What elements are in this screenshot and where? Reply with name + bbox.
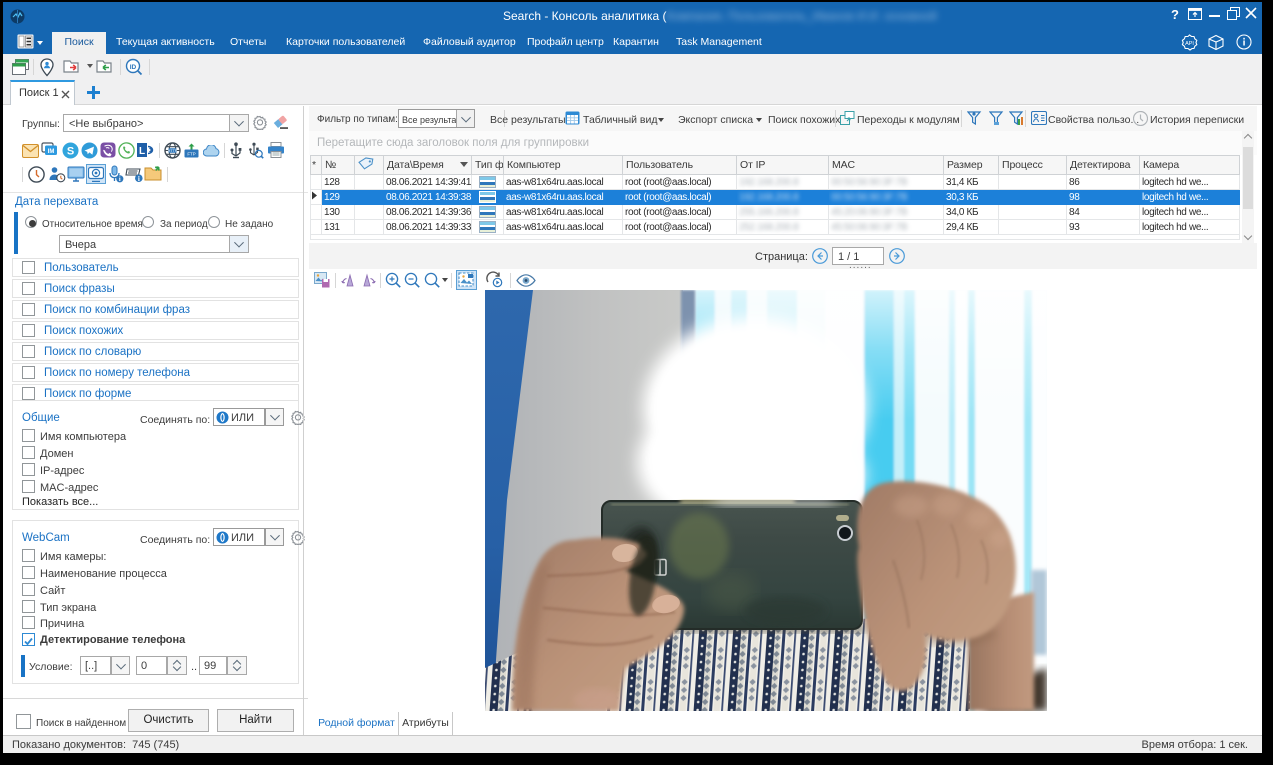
svg-text:ID: ID: [130, 64, 137, 71]
svg-text:HTTP: HTTP: [168, 149, 178, 153]
svg-text:IM: IM: [48, 149, 55, 155]
svg-text:i: i: [138, 175, 140, 183]
svg-text:i: i: [119, 176, 121, 183]
svg-text:API: API: [1185, 41, 1194, 47]
svg-text:S: S: [67, 145, 74, 157]
svg-text:FTP: FTP: [187, 152, 195, 157]
svg-text:L: L: [139, 146, 145, 157]
